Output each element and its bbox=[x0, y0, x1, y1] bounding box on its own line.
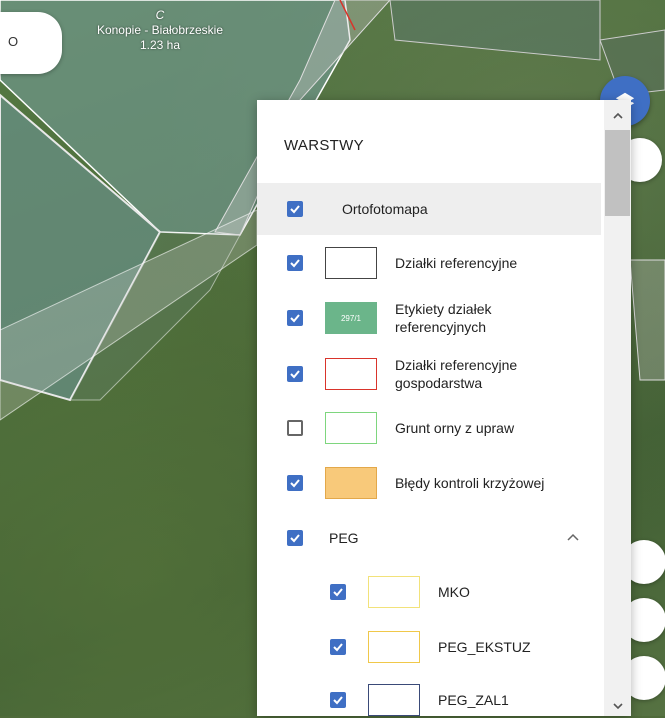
swatch-bledy bbox=[325, 467, 377, 499]
checkbox-dzialki-gospodarstwa[interactable] bbox=[287, 366, 303, 382]
checkbox-dzialki-referencyjne[interactable] bbox=[287, 255, 303, 271]
scroll-up-icon bbox=[612, 112, 623, 119]
swatch-peg-zal1 bbox=[368, 684, 420, 716]
checkbox-ortofotomapa[interactable] bbox=[287, 201, 303, 217]
check-icon bbox=[290, 534, 300, 543]
scrollbar-thumb[interactable] bbox=[605, 130, 630, 216]
panel-title: WARSTWY bbox=[284, 137, 364, 154]
swatch-dzialki-gospodarstwa bbox=[325, 358, 377, 390]
check-icon bbox=[333, 696, 343, 705]
search-box[interactable]: O bbox=[0, 12, 62, 74]
layer-label: Grunt orny z upraw bbox=[395, 420, 515, 436]
check-icon bbox=[290, 479, 300, 488]
scroll-up-button[interactable] bbox=[604, 104, 631, 128]
search-text: O bbox=[8, 34, 19, 49]
layer-row-mko[interactable]: MKO bbox=[257, 574, 601, 610]
checkbox-grunt-orny[interactable] bbox=[287, 420, 303, 436]
parcel-marker: C bbox=[155, 8, 165, 22]
scroll-down-button[interactable] bbox=[604, 694, 631, 718]
layer-label: PEG_ZAL1 bbox=[438, 692, 509, 708]
layer-label: Działki referencyjne bbox=[395, 255, 518, 271]
check-icon bbox=[290, 314, 300, 323]
layer-row-peg-zal1[interactable]: PEG_ZAL1 bbox=[257, 682, 601, 716]
layers-panel: WARSTWY Ortofotomapa Działki referencyjn… bbox=[257, 100, 631, 716]
check-icon bbox=[290, 259, 300, 268]
layer-row-grunt-orny[interactable]: Grunt orny z upraw bbox=[257, 410, 601, 446]
checkbox-etykiety[interactable] bbox=[287, 310, 303, 326]
layer-row-etykiety[interactable]: 297/1 Etykiety działek referencyjnych bbox=[257, 296, 601, 340]
layer-label: MKO bbox=[438, 584, 470, 600]
swatch-grunt-orny bbox=[325, 412, 377, 444]
checkbox-mko[interactable] bbox=[330, 584, 346, 600]
parcel-name: Konopie - Białobrzeskie bbox=[96, 23, 224, 37]
layer-group-peg[interactable]: PEG bbox=[257, 520, 601, 556]
layer-label: Ortofotomapa bbox=[342, 201, 428, 217]
check-icon bbox=[290, 370, 300, 379]
layer-label: Działki referencyjne gospodarstwa bbox=[395, 357, 518, 391]
layer-row-dzialki-referencyjne[interactable]: Działki referencyjne bbox=[257, 244, 601, 282]
layer-label: PEG_EKSTUZ bbox=[438, 639, 531, 655]
check-icon bbox=[333, 588, 343, 597]
checkbox-peg-ekstuz[interactable] bbox=[330, 639, 346, 655]
swatch-etykiety: 297/1 bbox=[325, 302, 377, 334]
chevron-up-icon[interactable] bbox=[566, 531, 580, 545]
scroll-down-icon bbox=[612, 703, 623, 710]
layer-row-peg-ekstuz[interactable]: PEG_EKSTUZ bbox=[257, 629, 601, 665]
layer-row-ortofotomapa[interactable]: Ortofotomapa bbox=[257, 183, 601, 235]
layer-row-dzialki-gospodarstwa[interactable]: Działki referencyjne gospodarstwa bbox=[257, 352, 601, 396]
swatch-dzialki-referencyjne bbox=[325, 247, 377, 279]
layer-label: PEG bbox=[329, 530, 359, 546]
layer-row-bledy[interactable]: Błędy kontroli krzyżowej bbox=[257, 465, 601, 501]
parcel-area: 1.23 ha bbox=[139, 38, 181, 52]
checkbox-peg-zal1[interactable] bbox=[330, 692, 346, 708]
layer-label: Etykiety działek referencyjnych bbox=[395, 301, 492, 335]
swatch-mko bbox=[368, 576, 420, 608]
checkbox-peg[interactable] bbox=[287, 530, 303, 546]
checkbox-bledy[interactable] bbox=[287, 475, 303, 491]
swatch-peg-ekstuz bbox=[368, 631, 420, 663]
layer-label: Błędy kontroli krzyżowej bbox=[395, 475, 545, 491]
check-icon bbox=[290, 205, 300, 214]
check-icon bbox=[333, 643, 343, 652]
parcel-label: C Konopie - Białobrzeskie 1.23 ha bbox=[80, 8, 240, 53]
